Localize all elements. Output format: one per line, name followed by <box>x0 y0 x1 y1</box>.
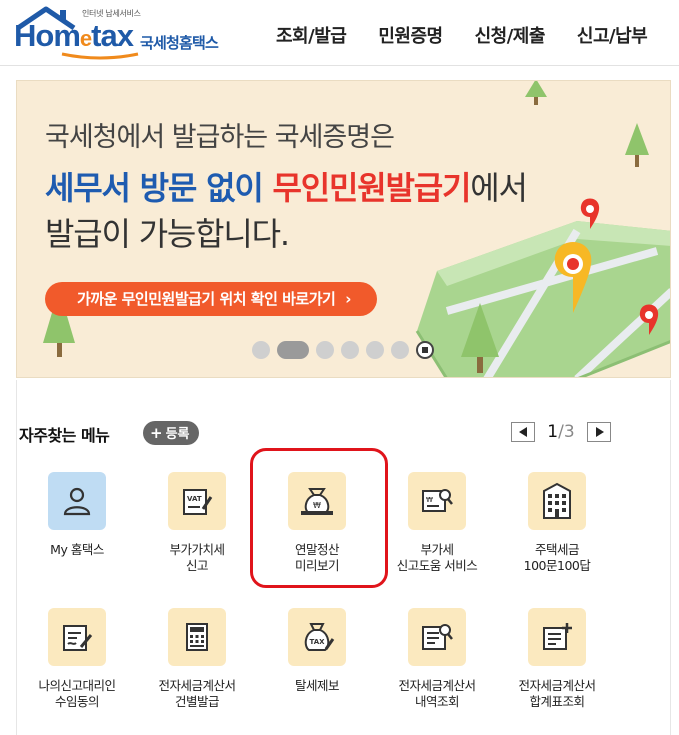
tile-label: My 홈택스 <box>50 542 104 557</box>
tile-label: 연말정산 미리보기 <box>294 542 340 573</box>
next-page-button[interactable] <box>587 422 611 442</box>
tile-label: 전자세금계산서 건별발급 <box>158 678 236 709</box>
quick-menu-item-e-invoice-summary[interactable]: 전자세금계산서 합계표조회 <box>497 608 617 710</box>
banner-pager <box>252 341 434 359</box>
register-button[interactable]: + 등록 <box>143 421 199 445</box>
building-icon <box>528 472 586 530</box>
quick-menu-item-e-invoice-history[interactable]: 전자세금계산서 내역조회 <box>377 608 497 710</box>
kiosk-location-button[interactable]: 가까운 무인민원발급기 위치 확인 바로가기 › <box>45 282 377 316</box>
site-header: 인터넷 납세서비스 Hometax 국세청홈택스 조회/발급 민원증명 신청/제… <box>0 0 679 66</box>
quick-menu-item-vat-assist[interactable]: ₩ 부가세 신고도움 서비스 <box>377 472 497 574</box>
logo-subtitle: 국세청홈택스 <box>140 34 219 52</box>
gnb-item-application[interactable]: 신청/제출 <box>475 22 546 48</box>
gnb-item-certificate[interactable]: 민원증명 <box>378 22 443 48</box>
logo-swoosh-icon <box>61 52 139 60</box>
svg-text:₩: ₩ <box>426 496 433 504</box>
vat-icon: VAT <box>168 472 226 530</box>
tile-label: 탈세제보 <box>294 678 340 693</box>
quick-menu-item-e-invoice-issue[interactable]: 전자세금계산서 건별발급 <box>137 608 257 710</box>
quick-menu-section: 자주찾는 메뉴 + 등록 1/3 My 홈택스 VAT 부가가치세 신고 ₩ 연말… <box>16 380 671 735</box>
banner-headline-1: 국세청에서 발급하는 국세증명은 <box>45 122 395 153</box>
tile-label: 부가세 신고도움 서비스 <box>396 542 478 573</box>
tile-label: 주택세금 100문100답 <box>523 542 591 573</box>
banner-dot-active[interactable] <box>277 341 309 359</box>
invoice-sum-icon <box>528 608 586 666</box>
quick-menu-item-my-hometax[interactable]: My 홈택스 <box>17 472 137 558</box>
quick-menu-item-housing-tax-faq[interactable]: 주택세금 100문100답 <box>497 472 617 574</box>
calculator-icon <box>168 608 226 666</box>
tile-label: 전자세금계산서 합계표조회 <box>518 678 596 709</box>
quick-menu-item-agent-consent[interactable]: 나의신고대리인 수임동의 <box>17 608 137 710</box>
logo-wordmark: Hometax <box>14 18 134 53</box>
quick-menu-item-tax-evasion-report[interactable]: TAX 탈세제보 <box>257 608 377 694</box>
tile-label: 나의신고대리인 수임동의 <box>38 678 116 709</box>
invoice-search-icon <box>408 608 466 666</box>
banner-dot[interactable] <box>316 341 334 359</box>
document-sign-icon <box>48 608 106 666</box>
svg-text:VAT: VAT <box>187 495 202 503</box>
tax-bag-icon: TAX <box>288 608 346 666</box>
quick-menu-pagination: 1/3 <box>511 422 611 442</box>
svg-text:₩: ₩ <box>313 501 321 510</box>
document-search-icon: ₩ <box>408 472 466 530</box>
svg-text:TAX: TAX <box>310 638 326 646</box>
user-icon <box>48 472 106 530</box>
banner-dot[interactable] <box>391 341 409 359</box>
tile-label: 부가가치세 신고 <box>169 542 225 573</box>
page-indicator: 1/3 <box>547 422 575 442</box>
gnb-item-inquiry[interactable]: 조회/발급 <box>276 22 347 48</box>
banner-headline-2: 세무서 방문 없이 무인민원발급기에서 <box>45 169 528 207</box>
quick-menu-title: 자주찾는 메뉴 <box>19 426 110 445</box>
gnb-item-filing[interactable]: 신고/납부 <box>577 22 648 48</box>
main-banner[interactable]: 국세청에서 발급하는 국세증명은 세무서 방문 없이 무인민원발급기에서 발급이… <box>16 80 671 378</box>
money-bag-icon: ₩ <box>288 472 346 530</box>
banner-headline-3: 발급이 가능합니다. <box>45 215 290 253</box>
hometax-logo[interactable]: 인터넷 납세서비스 Hometax 국세청홈택스 <box>14 6 244 62</box>
banner-dot[interactable] <box>341 341 359 359</box>
plus-icon: + <box>150 424 163 442</box>
pause-icon[interactable] <box>416 341 434 359</box>
banner-dot[interactable] <box>252 341 270 359</box>
tree-icon <box>525 81 547 105</box>
tile-label: 전자세금계산서 내역조회 <box>398 678 476 709</box>
quick-menu-item-year-end-preview[interactable]: ₩ 연말정산 미리보기 <box>257 472 377 574</box>
prev-page-button[interactable] <box>511 422 535 442</box>
banner-dot[interactable] <box>366 341 384 359</box>
quick-menu-item-vat-filing[interactable]: VAT 부가가치세 신고 <box>137 472 257 574</box>
global-nav: 조회/발급 민원증명 신청/제출 신고/납부 <box>260 22 679 48</box>
